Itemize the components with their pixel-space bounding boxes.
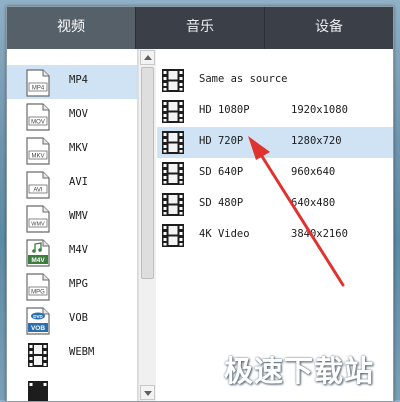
resolution-name: 4K Video [199,228,250,240]
resolution-size: 640x480 [291,197,336,209]
resolution-size: 3840x2160 [291,228,348,240]
svg-text:VOB: VOB [31,325,45,332]
resolution-item-sd-640p[interactable]: SD 640P 960x640 [157,158,393,189]
resolution-name: SD 640P [199,166,244,178]
svg-text:MPG: MPG [31,290,45,296]
mp4-file-icon: MP4 [26,69,50,97]
film-icon [162,100,184,123]
tab-music[interactable]: 音乐 [136,7,264,49]
format-dialog: 视频 音乐 设备 MP4 MP4 MOV MOV MKV MKV AVI AVI… [6,6,394,402]
svg-text:DVD: DVD [33,314,43,319]
format-label: WEBM [69,346,95,358]
format-label: AVI [69,176,88,188]
scrollbar-thumb[interactable] [141,67,154,279]
resolution-item-hd-720p[interactable]: HD 720P 1280x720 [157,127,393,158]
resolution-size: 1920x1080 [291,104,348,116]
mpg-file-icon: MPG [26,273,50,301]
resolution-size: 960x640 [291,166,336,178]
resolution-item-sd-480p[interactable]: SD 480P 640x480 [157,189,393,220]
format-list-scrollbar[interactable] [138,49,156,401]
resolution-item-same-as-source[interactable]: Same as source [157,65,393,96]
category-tab-bar: 视频 音乐 设备 [7,7,393,49]
resolution-size: 1280x720 [291,135,342,147]
film-icon [162,162,184,185]
film-icon [162,69,184,92]
mov-file-icon: MOV [26,103,50,131]
vob-dvd-icon: DVD VOB [26,307,50,335]
format-item-wmv[interactable]: WMV WMV [7,201,137,235]
film-icon [28,381,48,401]
svg-text:MKV: MKV [31,154,44,160]
format-label: M4V [69,244,88,256]
format-item-webm[interactable]: WEBM [7,337,137,371]
format-label: MOV [69,108,88,120]
wmv-file-icon: WMV [26,205,50,233]
svg-text:WMV: WMV [31,222,45,228]
tab-devices[interactable]: 设备 [265,7,393,49]
resolution-item-hd-1080p[interactable]: HD 1080P 1920x1080 [157,96,393,127]
format-item-mov[interactable]: MOV MOV [7,99,137,133]
format-label: WMV [69,210,88,222]
format-item-mkv[interactable]: MKV MKV [7,133,137,167]
scroll-down-arrow-icon[interactable] [140,385,155,400]
format-label: MKV [69,142,88,154]
film-icon [162,224,184,247]
resolution-name: SD 480P [199,197,244,209]
svg-text:AVI: AVI [33,188,43,194]
resolution-name: Same as source [199,73,288,85]
watermark-logo: 极速下载站 [224,354,375,388]
film-icon [162,193,184,216]
format-item-m4v[interactable]: M4V M4V [7,235,137,269]
film-icon [162,131,184,154]
resolution-name: HD 1080P [199,104,250,116]
scroll-up-arrow-icon[interactable] [140,50,155,65]
svg-text:MP4: MP4 [32,86,45,92]
format-label: VOB [69,312,88,324]
format-item-mp4[interactable]: MP4 MP4 [7,65,137,99]
svg-text:M4V: M4V [31,257,45,264]
m4v-music-file-icon: M4V [26,239,50,267]
format-label: MPG [69,278,88,290]
format-item-partial[interactable] [7,371,137,401]
avi-file-icon: AVI [26,171,50,199]
webm-film-icon [28,343,48,367]
format-item-avi[interactable]: AVI AVI [7,167,137,201]
tab-video[interactable]: 视频 [7,7,135,49]
svg-text:MOV: MOV [31,120,45,126]
format-item-vob[interactable]: DVD VOB VOB [7,303,137,337]
mkv-file-icon: MKV [26,137,50,165]
resolution-item-4k-video[interactable]: 4K Video 3840x2160 [157,220,393,251]
format-list: MP4 MP4 MOV MOV MKV MKV AVI AVI WMV WMV … [7,49,138,401]
format-label: MP4 [69,74,88,86]
resolution-name: HD 720P [199,135,244,147]
format-item-mpg[interactable]: MPG MPG [7,269,137,303]
